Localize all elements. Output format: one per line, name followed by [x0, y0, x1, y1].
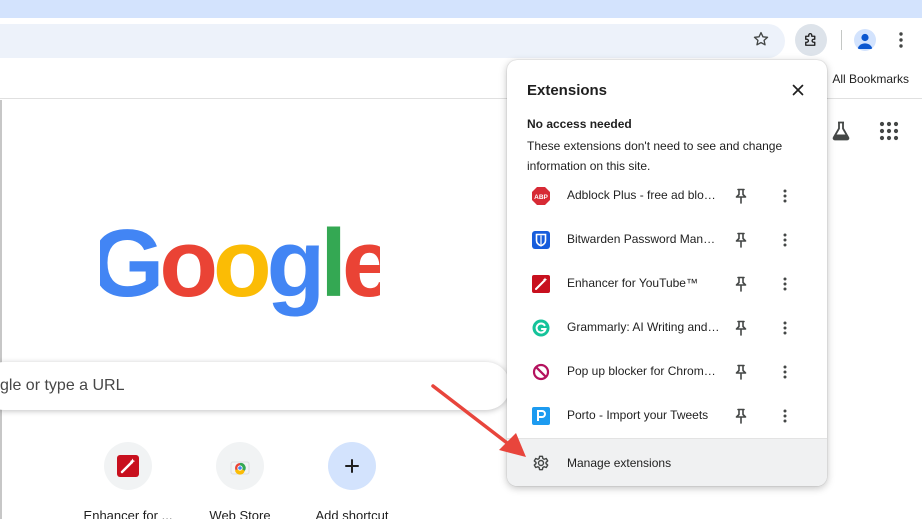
- more-options-icon[interactable]: [775, 318, 795, 338]
- shortcut-web-store[interactable]: Web Store: [190, 442, 290, 519]
- google-apps-icon[interactable]: [877, 119, 901, 143]
- bitwarden-icon: [531, 230, 551, 250]
- shortcut-icon-tile: [216, 442, 264, 490]
- pin-icon[interactable]: [731, 406, 751, 426]
- browser-menu-icon[interactable]: [891, 28, 911, 52]
- extensions-button[interactable]: [795, 24, 827, 56]
- all-bookmarks-link[interactable]: All Bookmarks: [832, 72, 909, 86]
- extension-name: Grammarly: AI Writing and Grammar Checke…: [567, 320, 721, 334]
- enhancer-icon: [531, 274, 551, 294]
- shortcut-label: Enhancer for ...: [83, 508, 173, 519]
- extension-name: Bitwarden Password Manager: [567, 232, 721, 246]
- extension-row-bitwarden[interactable]: Bitwarden Password Manager: [507, 218, 827, 262]
- window-edge: [0, 100, 2, 519]
- panel-title: Extensions: [527, 82, 608, 99]
- extension-name: Pop up blocker for Chrome™: [567, 364, 721, 378]
- tab-strip: [0, 0, 922, 18]
- abp-icon: ABP: [531, 186, 551, 206]
- extension-row-adblock[interactable]: ABP Adblock Plus - free ad blocker: [507, 174, 827, 218]
- shortcut-enhancer[interactable]: Enhancer for ...: [78, 442, 178, 519]
- extension-name: Porto - Import your Tweets: [567, 408, 709, 422]
- shortcut-label: Web Store: [209, 508, 271, 519]
- section-heading: No access needed: [527, 117, 632, 131]
- more-options-icon[interactable]: [775, 230, 795, 250]
- extension-name: Enhancer for YouTube™: [567, 276, 698, 290]
- plus-icon: [345, 459, 359, 473]
- more-options-icon[interactable]: [775, 406, 795, 426]
- toolbar: [0, 18, 922, 64]
- extension-row-porto[interactable]: Porto - Import your Tweets: [507, 394, 827, 438]
- svg-text:Google: Google: [100, 218, 380, 317]
- pin-icon[interactable]: [731, 274, 751, 294]
- close-icon[interactable]: [788, 80, 808, 100]
- porto-icon: [531, 406, 551, 426]
- extension-row-popup-blocker[interactable]: Pop up blocker for Chrome™: [507, 350, 827, 394]
- pin-icon[interactable]: [731, 186, 751, 206]
- pin-icon[interactable]: [731, 362, 751, 382]
- toolbar-separator: [841, 30, 842, 50]
- shortcut-icon-tile: [328, 442, 376, 490]
- extension-row-enhancer[interactable]: Enhancer for YouTube™: [507, 262, 827, 306]
- puzzle-piece-icon: [805, 33, 816, 46]
- enhancer-icon: [117, 455, 139, 477]
- search-placeholder: gle or type a URL: [0, 377, 125, 394]
- grammarly-icon: [531, 318, 551, 338]
- extensions-panel: Extensions No access needed These extens…: [507, 60, 827, 486]
- ntp-search-box[interactable]: gle or type a URL: [0, 362, 510, 410]
- browser-window: All Bookmarks Google gle or type a URL E…: [0, 0, 922, 519]
- web-store-icon: [230, 461, 250, 475]
- person-icon: [857, 33, 873, 49]
- address-bar[interactable]: [0, 24, 785, 58]
- svg-text:ABP: ABP: [534, 194, 548, 201]
- profile-avatar[interactable]: [854, 29, 876, 51]
- shortcut-add[interactable]: Add shortcut: [302, 442, 402, 519]
- more-options-icon[interactable]: [775, 362, 795, 382]
- extension-name: Adblock Plus - free ad blocker: [567, 188, 721, 202]
- google-logo: Google: [100, 218, 380, 317]
- pin-icon[interactable]: [731, 318, 751, 338]
- gear-icon: [533, 455, 549, 471]
- more-options-icon[interactable]: [775, 186, 795, 206]
- section-description: These extensions don't need to see and c…: [527, 139, 783, 173]
- manage-extensions-label: Manage extensions: [567, 456, 672, 470]
- bookmark-star-icon[interactable]: [750, 28, 772, 50]
- more-options-icon[interactable]: [775, 274, 795, 294]
- labs-flask-icon[interactable]: [829, 119, 853, 143]
- extension-row-grammarly[interactable]: Grammarly: AI Writing and Grammar Checke…: [507, 306, 827, 350]
- pin-icon[interactable]: [731, 230, 751, 250]
- popup-blocker-icon: [531, 362, 551, 382]
- shortcut-icon-tile: [104, 442, 152, 490]
- manage-extensions-button[interactable]: Manage extensions: [507, 438, 827, 486]
- shortcut-label: Add shortcut: [315, 508, 389, 519]
